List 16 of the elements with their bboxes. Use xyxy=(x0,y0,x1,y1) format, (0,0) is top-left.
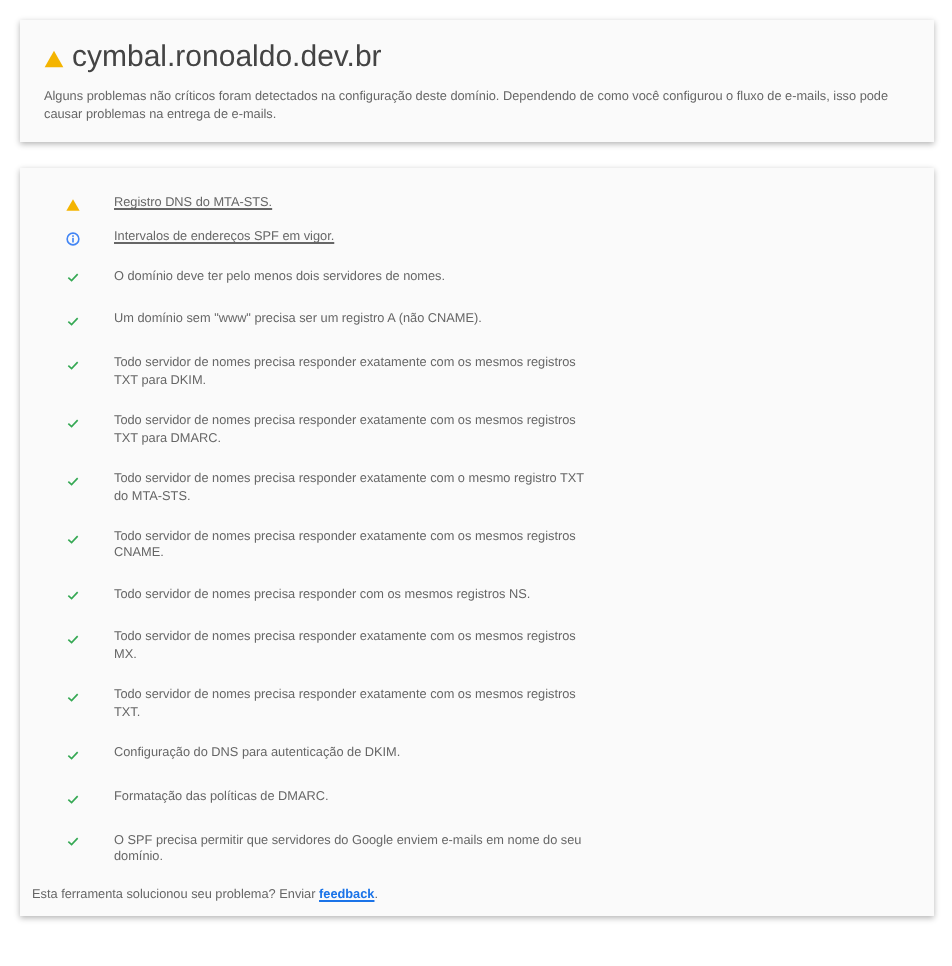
info-icon xyxy=(66,231,80,246)
check-icon xyxy=(66,270,80,285)
check-icon xyxy=(66,415,80,430)
domain-title: cymbal.ronoaldo.dev.br xyxy=(72,40,382,76)
check-icon xyxy=(66,791,80,806)
warning-icon xyxy=(44,49,64,67)
check-icon xyxy=(66,834,80,849)
check-icon xyxy=(66,357,80,372)
check-icon xyxy=(66,690,80,705)
warning-icon xyxy=(66,197,80,212)
check-icon xyxy=(66,632,80,647)
check-icon xyxy=(66,314,80,329)
check-icon xyxy=(66,531,80,546)
check-icon xyxy=(66,473,80,488)
check-icon xyxy=(66,747,80,762)
check-icon xyxy=(66,588,80,603)
